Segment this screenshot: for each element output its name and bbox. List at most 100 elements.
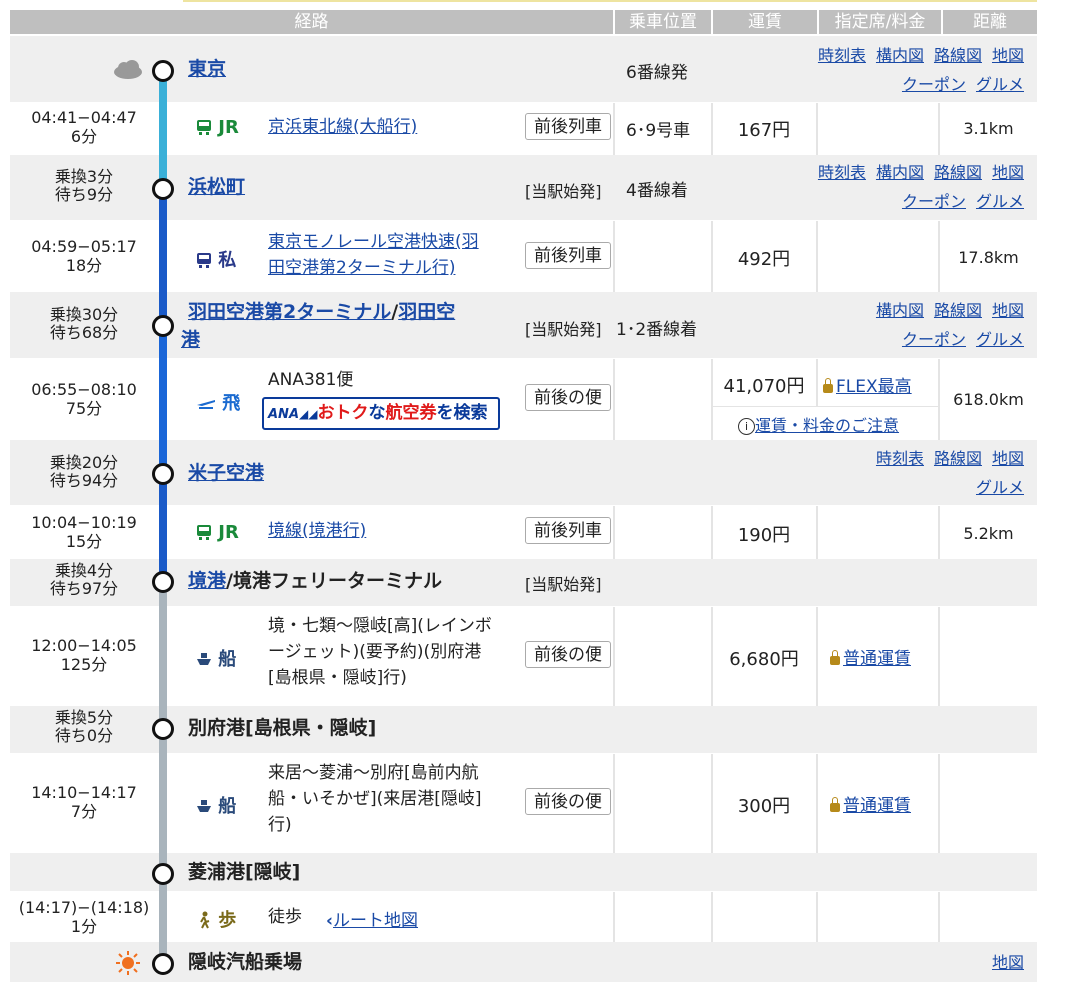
link-coupon[interactable]: クーポン [902,330,966,349]
transfer-wait: 乗換4分 待ち97分 [49,561,119,598]
line-name[interactable]: 京浜東北線(大船行) [268,114,417,140]
link-station-map[interactable]: 構内図 [876,163,924,182]
adjacent-trains-button[interactable]: 前後列車 [525,113,611,140]
link-timetable[interactable]: 時刻表 [876,449,924,468]
top-border [183,0,1037,2]
link-route-map[interactable]: 路線図 [934,46,982,65]
section-time: 10:04−10:19 15分 [31,513,137,551]
link-gourmet[interactable]: グルメ [976,192,1024,211]
lock-icon [830,650,840,665]
transfer-wait: 乗換20分 待ち94分 [49,453,119,490]
station-name-yonago[interactable]: 米子空港 [188,460,264,486]
link-route-map[interactable]: 路線図 [934,449,982,468]
section-time: (14:17)−(14:18) 1分 [18,898,150,936]
platform-info: 4番線着 [626,181,688,201]
link-station-map[interactable]: 構内図 [876,301,924,320]
link-route-map[interactable]: 路線図 [934,163,982,182]
section-time: 14:10−14:17 7分 [31,783,137,821]
track-segment [159,581,167,963]
link-timetable[interactable]: 時刻表 [818,163,866,182]
mode-private: 私 [196,246,236,272]
fare-type[interactable]: FLEX最高 [823,372,912,397]
fare: 492円 [737,249,791,270]
ana-logo: ANA [268,407,300,422]
station-links: 構内図 路線図 地図 クーポン グルメ [824,296,1024,354]
mode-ship: 船 [196,645,236,671]
adjacent-trains-button[interactable]: 前後列車 [525,242,611,269]
mode-jr: JR [196,117,239,138]
fare: 167円 [737,120,791,141]
route-map-link[interactable]: ‹ルート地図 [326,906,418,931]
line-name[interactable]: 境線(境港行) [268,518,366,544]
station-name-sakaiminato[interactable]: 境港/境港フェリーターミナル [188,568,442,594]
transfer-wait: 乗換3分 待ち9分 [54,167,114,204]
section-time: 04:41−04:47 6分 [31,108,137,146]
ship-icon [197,653,211,665]
lock-icon [823,378,833,393]
fare: 190円 [737,525,791,546]
origin-badge: [当駅始発] [525,575,602,594]
fare-notice[interactable]: i 運賃・料金のご注意 [738,412,899,436]
station-node [152,60,174,82]
line-name: 境・七類〜隠岐[高](レインボ ージェット)(要予約)(別府港 [島根県・隠岐]行) [268,616,492,688]
station-name-haneda[interactable]: 羽田空港第2ターミナル/羽田空 [188,299,455,325]
section-time: 06:55−08:10 75分 [31,380,137,418]
plane-icon [197,400,215,409]
link-timetable[interactable]: 時刻表 [818,46,866,65]
fare: 300円 [737,796,791,817]
walk-icon [200,911,210,929]
platform-info: 6番線発 [626,63,688,83]
table-header: 経路 乗車位置 運賃 指定席/料金 距離 [10,10,1037,34]
mode-ship: 船 [196,792,236,818]
station-name-haneda-cont[interactable]: 港 [181,327,200,353]
line-name[interactable]: 東京モノレール空港快速(羽 田空港第2ターミナル行) [268,229,479,281]
track-segment [159,70,167,188]
link-coupon[interactable]: クーポン [902,75,966,94]
station-name-hamamatsucho[interactable]: 浜松町 [188,174,245,200]
ana-search-banner[interactable]: ANA◢◢おトクな航空券を検索 [262,397,500,430]
cloud-icon [114,60,142,79]
train-icon [197,525,211,540]
link-map[interactable]: 地図 [992,449,1024,468]
link-gourmet[interactable]: グルメ [976,330,1024,349]
line-name: 来居〜菱浦〜別府[島前内航 船・いそかぜ](来居港[隠岐] 行) [268,763,482,835]
fare: 41,070円 [723,376,805,397]
adjacent-ships-button[interactable]: 前後の便 [525,788,611,815]
distance: 17.8km [958,248,1019,267]
link-map[interactable]: 地図 [992,301,1024,320]
header-route: 経路 [294,12,329,32]
station-name-tokyo[interactable]: 東京 [188,56,226,82]
station-name-hishiura: 菱浦港[隠岐] [188,861,301,883]
platform-info: 1･2番線着 [616,320,698,340]
fare: 6,680円 [729,649,799,670]
adjacent-trains-button[interactable]: 前後列車 [525,517,611,544]
section-time: 12:00−14:05 125分 [31,636,137,674]
flight-number: ANA381便 [268,370,354,390]
adjacent-flights-button[interactable]: 前後の便 [525,384,611,411]
mode-jr: JR [196,522,239,543]
transfer-wait: 乗換30分 待ち68分 [49,305,119,342]
header-reserved: 指定席/料金 [834,12,926,32]
link-route-map[interactable]: 路線図 [934,301,982,320]
station-node [152,953,174,975]
track-segment [159,188,167,325]
fare-type[interactable]: 普通運賃 [830,791,911,816]
fare-type[interactable]: 普通運賃 [830,644,911,669]
link-map[interactable]: 地図 [992,953,1024,972]
distance: 5.2km [963,524,1014,543]
ship-icon [197,800,211,812]
distance: 618.0km [953,390,1024,409]
link-map[interactable]: 地図 [992,46,1024,65]
info-icon: i [738,418,755,435]
link-station-map[interactable]: 構内図 [876,46,924,65]
link-gourmet[interactable]: グルメ [976,478,1024,497]
adjacent-ships-button[interactable]: 前後の便 [525,641,611,668]
station-links: 地図 [924,948,1024,977]
station-name-beppu: 別府港[島根県・隠岐] [188,717,377,739]
track-segment [159,325,167,473]
link-map[interactable]: 地図 [992,163,1024,182]
link-coupon[interactable]: クーポン [902,192,966,211]
link-gourmet[interactable]: グルメ [976,75,1024,94]
station-links: 時刻表 構内図 路線図 地図 クーポン グルメ [784,41,1024,99]
train-icon [197,253,211,268]
